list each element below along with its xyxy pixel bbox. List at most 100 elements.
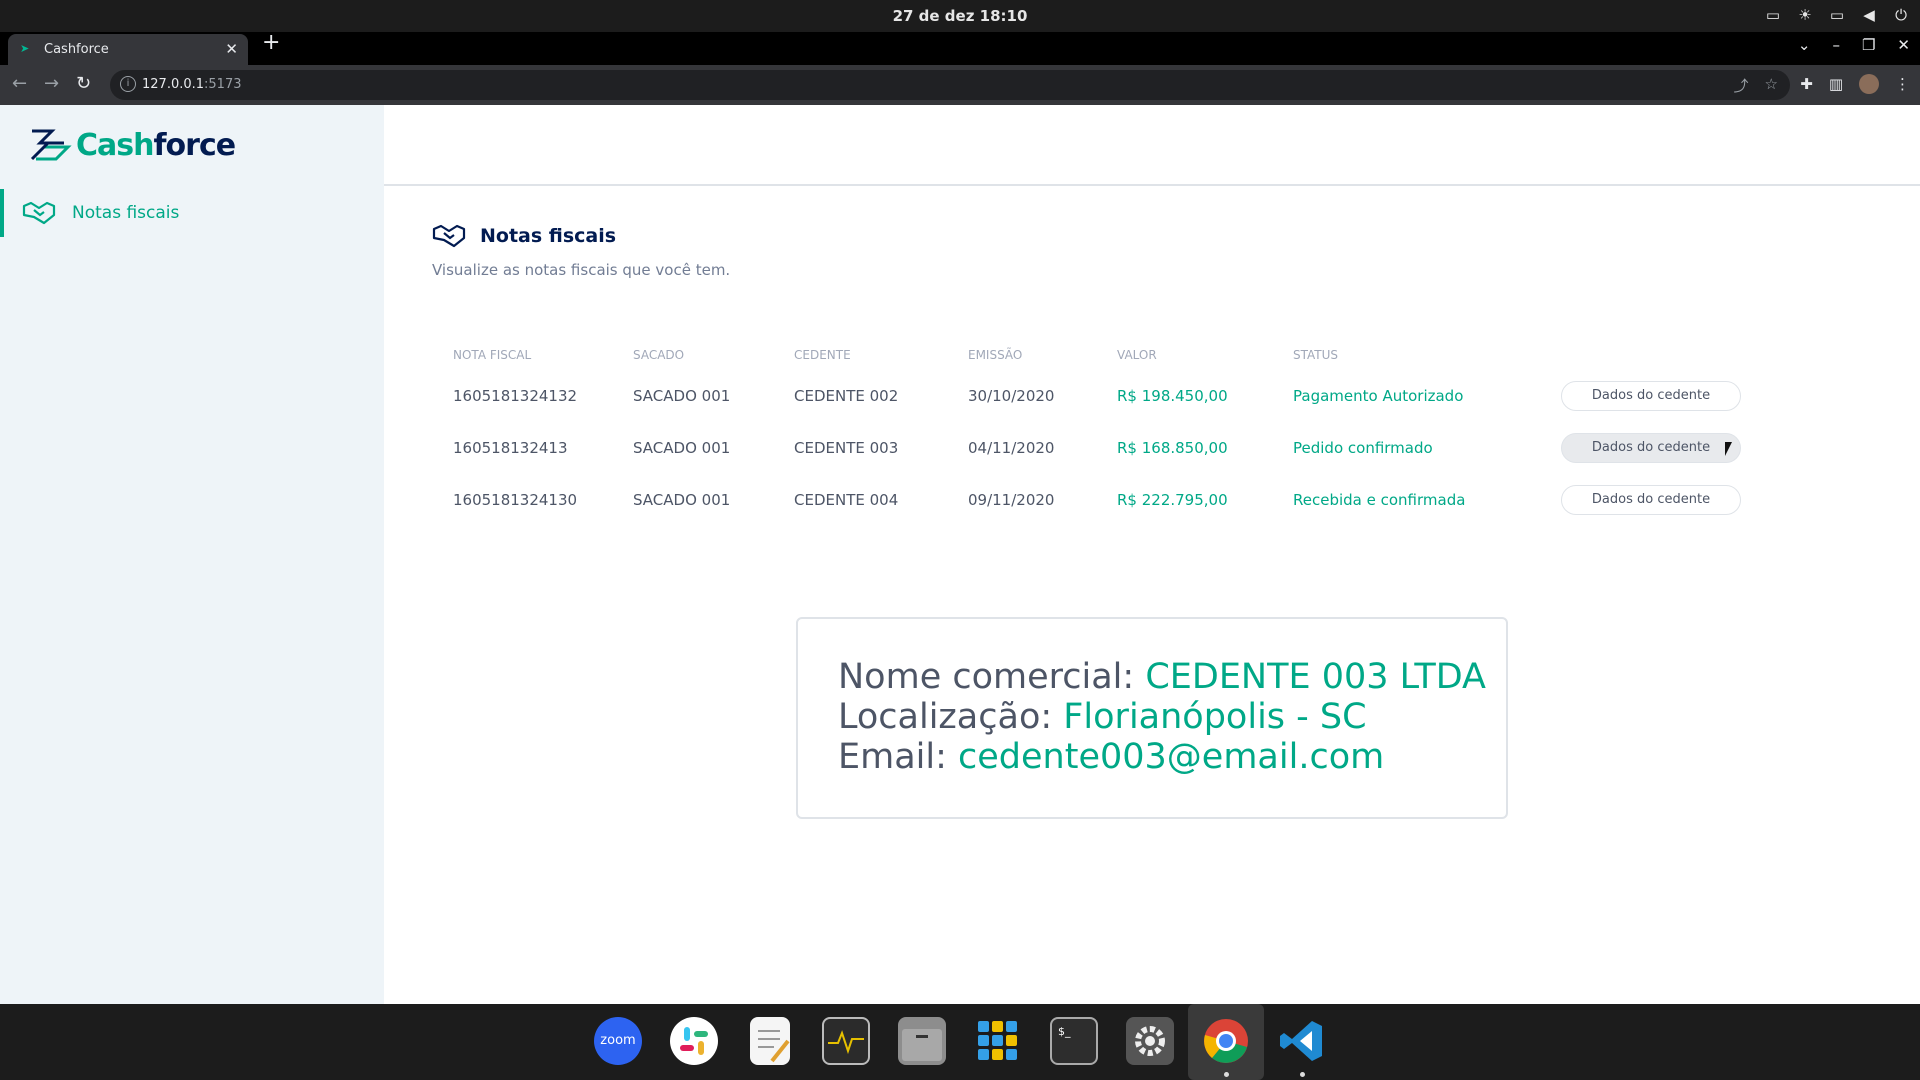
detail-nome-comercial: Nome comercial: CEDENTE 003 LTDA xyxy=(838,657,1486,697)
vscode-icon[interactable] xyxy=(1278,1017,1326,1065)
tab-search-icon[interactable]: ⌄ xyxy=(1798,36,1811,54)
address-bar[interactable]: i 127.0.0.1:5173 ⤴ ☆ xyxy=(110,70,1790,100)
slack-icon[interactable] xyxy=(670,1017,718,1065)
chrome-icon[interactable] xyxy=(1202,1017,1250,1065)
site-info-icon[interactable]: i xyxy=(120,76,136,92)
forward-icon[interactable]: → xyxy=(44,73,59,94)
cell-nota-fiscal: 160518132413 xyxy=(453,439,568,457)
cell-valor: R$ 198.450,00 xyxy=(1117,387,1228,405)
battery-icon[interactable]: ▭ xyxy=(1828,6,1846,24)
running-indicator xyxy=(1224,1072,1229,1077)
page-title: Notas fiscais xyxy=(480,225,617,247)
browser-tab[interactable]: ➤ Cashforce ✕ xyxy=(8,34,248,65)
power-icon[interactable]: ⏻ xyxy=(1892,6,1910,24)
side-panel-icon[interactable]: ▥ xyxy=(1829,75,1843,93)
mouse-cursor xyxy=(1725,442,1739,456)
dock: zoom $_ xyxy=(0,1004,1920,1080)
column-header-valor: VALOR xyxy=(1117,348,1157,362)
cell-nota-fiscal: 1605181324132 xyxy=(453,387,578,405)
minimize-icon[interactable]: – xyxy=(1832,36,1840,54)
extensions-icon[interactable]: ✚ xyxy=(1800,75,1813,93)
cedente-details-card: Nome comercial: CEDENTE 003 LTDA Localiz… xyxy=(796,617,1508,819)
screen-share-icon[interactable]: ▭ xyxy=(1764,6,1782,24)
settings-icon[interactable] xyxy=(1126,1017,1174,1065)
column-header-status: STATUS xyxy=(1293,348,1339,362)
cell-actions: Dados do cedente xyxy=(1540,474,1741,526)
cell-emissao: 09/11/2020 xyxy=(968,491,1055,509)
cell-status: Pagamento Autorizado xyxy=(1293,387,1464,405)
detail-email: Email: cedente003@email.com xyxy=(838,737,1385,777)
brightness-icon[interactable]: ☀ xyxy=(1796,6,1814,24)
detail-localizacao: Localização: Florianópolis - SC xyxy=(838,697,1367,737)
cell-actions: Dados do cedente xyxy=(1540,370,1741,422)
page-subtitle: Visualize as notas fiscais que você tem. xyxy=(432,261,731,279)
page-header xyxy=(384,105,1920,186)
table-row: 1605181324130 SACADO 001 CEDENTE 004 09/… xyxy=(432,474,1741,526)
cell-emissao: 30/10/2020 xyxy=(968,387,1055,405)
address-url[interactable]: 127.0.0.1:5173 xyxy=(142,77,242,92)
cell-cedente: CEDENTE 004 xyxy=(794,491,899,509)
column-header-actions xyxy=(1540,340,1741,370)
handshake-icon xyxy=(432,224,466,248)
menu-kebab-icon[interactable]: ⋮ xyxy=(1895,75,1910,93)
dados-do-cedente-button[interactable]: Dados do cedente xyxy=(1561,485,1741,515)
sidebar-item-label: Notas fiscais xyxy=(72,203,180,223)
window-controls: ⌄ – ❐ ✕ xyxy=(1798,36,1910,54)
terminal-icon[interactable]: $_ xyxy=(1050,1017,1098,1065)
cashforce-logo-mark-icon xyxy=(30,129,72,161)
column-header-emissao: EMISSÃO xyxy=(968,348,1023,362)
column-header-sacado: SACADO xyxy=(633,348,685,362)
handshake-icon xyxy=(22,201,56,225)
new-tab-button[interactable]: + xyxy=(262,30,280,55)
cell-valor: R$ 222.795,00 xyxy=(1117,491,1228,509)
cell-sacado: SACADO 001 xyxy=(633,491,731,509)
cell-status: Pedido confirmado xyxy=(1293,439,1433,457)
cell-status: Recebida e confirmada xyxy=(1293,491,1466,509)
close-window-icon[interactable]: ✕ xyxy=(1897,36,1910,54)
system-tray: ▭ ☀ ▭ ◀ ⏻ xyxy=(1764,6,1910,24)
dados-do-cedente-button[interactable]: Dados do cedente xyxy=(1561,381,1741,411)
tab-title: Cashforce xyxy=(44,42,109,57)
table-header-row: NOTA FISCAL SACADO CEDENTE EMISSÃO VALOR… xyxy=(432,340,1741,370)
back-icon[interactable]: ← xyxy=(12,73,27,94)
browser-tab-strip: ➤ Cashforce ✕ + ⌄ – ❐ ✕ xyxy=(0,30,1920,65)
text-editor-icon[interactable] xyxy=(750,1017,790,1065)
column-header-nota-fiscal: NOTA FISCAL xyxy=(453,348,532,362)
maximize-icon[interactable]: ❐ xyxy=(1862,36,1875,54)
bookmark-star-icon[interactable]: ☆ xyxy=(1765,75,1778,96)
files-icon[interactable] xyxy=(898,1017,946,1065)
page-viewport: Cashforce Notas fiscais Notas fiscais Vi… xyxy=(0,105,1920,1004)
column-header-cedente: CEDENTE xyxy=(794,348,851,362)
table-row: 1605181324132 SACADO 001 CEDENTE 002 30/… xyxy=(432,370,1741,422)
zoom-icon[interactable]: zoom xyxy=(594,1017,642,1065)
sidebar-item-notas-fiscais[interactable]: Notas fiscais xyxy=(0,189,384,237)
dados-do-cedente-button[interactable]: Dados do cedente xyxy=(1561,433,1741,463)
sidebar: Cashforce Notas fiscais xyxy=(0,105,384,1004)
page-title-row: Notas fiscais xyxy=(432,223,730,249)
table-row: 160518132413 SACADO 001 CEDENTE 003 04/1… xyxy=(432,422,1741,474)
cell-actions: Dados do cedente xyxy=(1540,422,1741,474)
browser-toolbar: ← → ↻ i 127.0.0.1:5173 ⤴ ☆ ✚ ▥ ⋮ xyxy=(0,65,1920,105)
cell-sacado: SACADO 001 xyxy=(633,387,731,405)
cell-valor: R$ 168.850,00 xyxy=(1117,439,1228,457)
page-content: Notas fiscais Visualize as notas fiscais… xyxy=(432,223,730,279)
cell-nota-fiscal: 1605181324130 xyxy=(453,491,578,509)
cell-cedente: CEDENTE 002 xyxy=(794,387,899,405)
cell-emissao: 04/11/2020 xyxy=(968,439,1055,457)
system-top-bar: 27 de dez 18:10 ▭ ☀ ▭ ◀ ⏻ xyxy=(0,0,1920,32)
running-indicator xyxy=(1300,1072,1305,1077)
volume-icon[interactable]: ◀ xyxy=(1860,6,1878,24)
app-grid-icon[interactable] xyxy=(974,1017,1022,1065)
logo-wordmark: Cashforce xyxy=(76,127,236,163)
favicon-icon: ➤ xyxy=(20,42,30,55)
share-icon[interactable]: ⤴ xyxy=(1734,75,1749,96)
close-tab-icon[interactable]: ✕ xyxy=(225,40,238,58)
reload-icon[interactable]: ↻ xyxy=(76,73,91,94)
profile-avatar[interactable] xyxy=(1859,74,1879,94)
invoices-table: NOTA FISCAL SACADO CEDENTE EMISSÃO VALOR… xyxy=(432,340,1741,526)
cashforce-logo[interactable]: Cashforce xyxy=(28,127,236,163)
cell-sacado: SACADO 001 xyxy=(633,439,731,457)
cell-cedente: CEDENTE 003 xyxy=(794,439,899,457)
system-monitor-icon[interactable] xyxy=(822,1017,870,1065)
system-clock[interactable]: 27 de dez 18:10 xyxy=(0,7,1920,25)
